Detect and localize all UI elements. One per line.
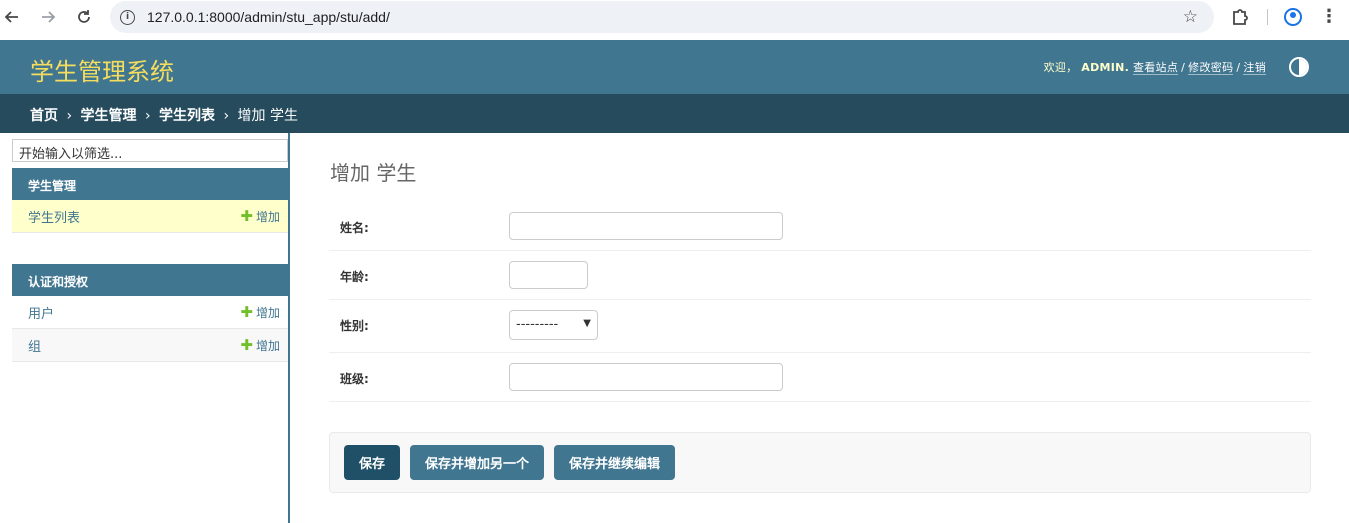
save-continue-button[interactable]: 保存并继续编辑 [554, 445, 675, 480]
logout-link[interactable]: 注销 [1243, 61, 1266, 75]
class-input[interactable] [509, 363, 783, 391]
field-label: 姓名: [340, 221, 369, 235]
welcome-text: 欢迎， [1043, 61, 1078, 74]
address-bar[interactable]: i 127.0.0.1:8000/admin/stu_app/stu/add/ … [110, 1, 1214, 33]
separator-slash: / [1181, 61, 1186, 74]
breadcrumb-home[interactable]: 首页 [30, 108, 58, 124]
breadcrumb: 首页 › 学生管理 › 学生列表 › 增加 学生 [0, 94, 1349, 133]
bookmark-star-icon[interactable]: ☆ [1183, 7, 1198, 27]
save-button[interactable]: 保存 [344, 445, 400, 480]
sidebar-item-label[interactable]: 组 [28, 336, 41, 355]
field-label: 班级: [340, 372, 369, 386]
breadcrumb-model[interactable]: 学生列表 [159, 108, 215, 124]
field-label: 性别: [340, 319, 369, 333]
breadcrumb-current: 增加 学生 [237, 108, 298, 124]
view-site-link[interactable]: 查看站点 [1132, 61, 1179, 75]
profile-avatar-icon[interactable] [1284, 8, 1302, 26]
form-row-class: 班级: [329, 353, 1311, 402]
sidebar-item-users[interactable]: 用户 ✚ 增加 [12, 296, 289, 329]
module-auth: 认证和授权 用户 ✚ 增加 组 ✚ 增加 [12, 264, 289, 362]
form-row-age: 年龄: [329, 251, 1311, 300]
main-content: 增加 学生 姓名: 年龄: 性别: --------- ▼ 班级: 保存 保存并… [290, 133, 1349, 523]
module-caption[interactable]: 认证和授权 [12, 264, 289, 296]
breadcrumb-separator: › [223, 108, 230, 124]
add-link[interactable]: ✚ 增加 [240, 303, 280, 321]
submit-row: 保存 保存并增加另一个 保存并继续编辑 [329, 432, 1311, 493]
browser-toolbar: i 127.0.0.1:8000/admin/stu_app/stu/add/ … [0, 0, 1349, 34]
name-input[interactable] [509, 212, 783, 240]
gender-select[interactable]: --------- ▼ [509, 310, 598, 340]
sidebar-item-groups[interactable]: 组 ✚ 增加 [12, 329, 289, 362]
sidebar-item-label[interactable]: 用户 [28, 303, 54, 322]
breadcrumb-separator: › [66, 108, 73, 124]
plus-icon: ✚ [240, 207, 253, 225]
theme-toggle-icon[interactable] [1289, 57, 1309, 77]
nav-filter-input[interactable]: 开始输入以筛选... [12, 139, 288, 162]
forward-arrow-icon[interactable] [37, 6, 59, 28]
separator-slash: / [1236, 61, 1241, 74]
back-arrow-icon[interactable] [1, 6, 23, 28]
username: ADMIN. [1081, 61, 1130, 74]
gender-select-value: --------- [516, 317, 559, 332]
sidebar-item-stu-list[interactable]: 学生列表 ✚ 增加 [12, 200, 289, 233]
sidebar-item-label[interactable]: 学生列表 [28, 207, 80, 226]
browser-menu-icon[interactable]: ⋮ [1320, 6, 1338, 27]
add-label[interactable]: 增加 [256, 339, 280, 353]
module-stu-app: 学生管理 学生列表 ✚ 增加 [12, 168, 289, 233]
site-info-icon[interactable]: i [120, 9, 135, 25]
add-link[interactable]: ✚ 增加 [240, 207, 280, 225]
nav-sidebar: 开始输入以筛选... 学生管理 学生列表 ✚ 增加 认证和授权 用户 ✚ 增加 组 … [0, 133, 289, 523]
field-label: 年龄: [340, 270, 369, 284]
plus-icon: ✚ [240, 303, 253, 321]
add-label[interactable]: 增加 [256, 306, 280, 320]
add-link[interactable]: ✚ 增加 [240, 336, 280, 354]
user-tools: 欢迎， ADMIN. 查看站点 / 修改密码 / 注销 [1044, 59, 1266, 75]
admin-header: 学生管理系统 欢迎， ADMIN. 查看站点 / 修改密码 / 注销 [0, 40, 1349, 94]
breadcrumb-app[interactable]: 学生管理 [81, 108, 137, 124]
reload-icon[interactable] [73, 6, 95, 28]
form-row-name: 姓名: [329, 202, 1311, 251]
url-text: 127.0.0.1:8000/admin/stu_app/stu/add/ [147, 9, 390, 25]
form-row-gender: 性别: --------- ▼ [329, 300, 1311, 353]
page-title: 增加 学生 [330, 161, 417, 185]
extensions-puzzle-icon[interactable] [1229, 6, 1251, 28]
age-input[interactable] [509, 261, 588, 289]
chevron-down-icon: ▼ [583, 318, 591, 329]
module-caption[interactable]: 学生管理 [12, 168, 289, 200]
plus-icon: ✚ [240, 336, 253, 354]
site-brand[interactable]: 学生管理系统 [30, 52, 174, 87]
toolbar-divider [1267, 9, 1268, 25]
add-label[interactable]: 增加 [256, 210, 280, 224]
save-add-another-button[interactable]: 保存并增加另一个 [410, 445, 544, 480]
breadcrumb-separator: › [144, 108, 151, 124]
change-password-link[interactable]: 修改密码 [1188, 61, 1234, 75]
